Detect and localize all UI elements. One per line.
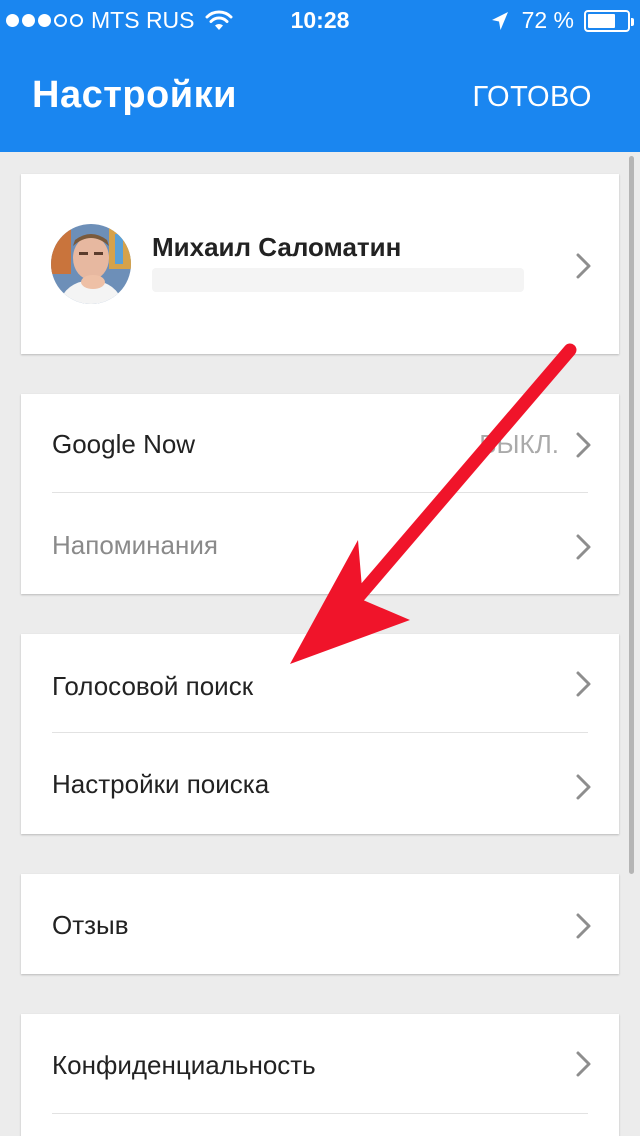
voice-search-row[interactable]: Голосовой поиск [21, 634, 619, 732]
divider [52, 1113, 588, 1114]
battery-icon [584, 9, 634, 32]
feedback-label: Отзыв [52, 910, 129, 940]
search-settings-row[interactable]: Настройки поиска [21, 733, 619, 834]
scrollbar[interactable] [629, 156, 634, 874]
privacy-card: Конфиденциальность [21, 1014, 619, 1136]
chevron-right-icon [576, 1051, 591, 1077]
profile-card[interactable]: Михаил Саломатин [21, 174, 619, 354]
battery-fill [588, 13, 616, 28]
reminders-label: Напоминания [52, 530, 218, 560]
google-now-row[interactable]: Google Now ВЫКЛ. [21, 394, 619, 492]
avatar [51, 224, 131, 304]
chevron-right-icon [576, 432, 591, 458]
done-button[interactable]: ГОТОВО [472, 81, 592, 114]
google-now-value: ВЫКЛ. [479, 429, 559, 459]
google-now-card: Google Now ВЫКЛ. Напоминания [21, 394, 619, 594]
voice-search-label: Голосовой поиск [52, 671, 254, 701]
privacy-row[interactable]: Конфиденциальность [21, 1014, 619, 1112]
avatar-photo [51, 224, 131, 304]
google-now-label: Google Now [52, 429, 196, 459]
chevron-right-icon [576, 774, 591, 800]
redacted-email [152, 268, 524, 292]
battery-tip [631, 17, 634, 26]
chevron-right-icon [576, 913, 591, 939]
chevron-right-icon [576, 253, 591, 279]
privacy-label: Конфиденциальность [52, 1050, 316, 1080]
page-title: Настройки [32, 74, 237, 116]
location-arrow-icon [491, 11, 508, 30]
feedback-card[interactable]: Отзыв [21, 874, 619, 974]
search-card: Голосовой поиск Настройки поиска [21, 634, 619, 834]
chevron-right-icon [576, 671, 591, 697]
profile-name: Михаил Саломатин [152, 232, 402, 262]
search-settings-label: Настройки поиска [52, 769, 270, 799]
settings-screen: MTS RUS 10:28 72 % Настройки ГОТОВО Миха… [0, 0, 640, 1136]
reminders-row[interactable]: Напоминания [21, 493, 619, 594]
status-bar: MTS RUS 10:28 72 % [0, 0, 640, 40]
status-right: 72 % [490, 7, 634, 34]
app-header: Настройки ГОТОВО [0, 40, 640, 152]
chevron-right-icon [576, 534, 591, 560]
battery-percent: 72 % [521, 7, 574, 33]
